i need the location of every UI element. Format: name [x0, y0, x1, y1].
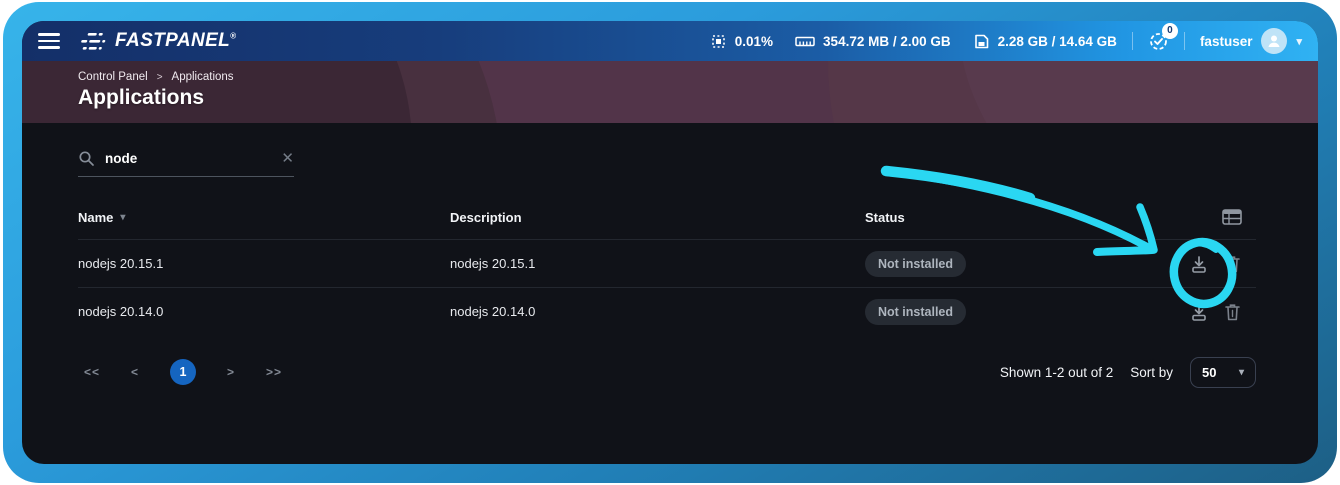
search-input[interactable] — [105, 151, 271, 166]
cpu-value: 0.01% — [735, 34, 773, 49]
download-icon — [1189, 254, 1209, 274]
column-header-status: Status — [865, 210, 1180, 225]
app-panel: FASTPANEL® 0.01% 354.72 MB / 2.00 GB — [22, 21, 1318, 464]
registered-mark: ® — [230, 32, 236, 41]
pagination-first-button[interactable]: << — [84, 365, 100, 379]
delete-button[interactable] — [1223, 254, 1242, 274]
username: fastuser — [1200, 34, 1253, 49]
status-badge: Not installed — [865, 251, 966, 277]
page-size-select[interactable]: 50 ▾ — [1190, 357, 1256, 388]
app-name: nodejs 20.15.1 — [78, 256, 450, 271]
main-content: ✕ Name ▾ Description Status — [22, 150, 1318, 392]
page-title: Applications — [78, 86, 1318, 110]
cpu-stat: 0.01% — [710, 33, 773, 50]
ram-stat: 354.72 MB / 2.00 GB — [795, 34, 951, 49]
app-description: nodejs 20.15.1 — [450, 256, 865, 271]
table-row[interactable]: nodejs 20.14.0 nodejs 20.14.0 Not instal… — [78, 287, 1256, 335]
tasks-button[interactable]: 0 — [1148, 31, 1169, 52]
ram-icon — [795, 34, 815, 49]
topbar-divider — [1132, 32, 1133, 50]
trash-icon — [1223, 254, 1242, 274]
pagination: << < 1 > >> — [84, 359, 282, 385]
ram-value: 354.72 MB / 2.00 GB — [823, 34, 951, 49]
status-badge: Not installed — [865, 299, 966, 325]
chevron-down-icon: ▾ — [1239, 367, 1244, 378]
topbar: FASTPANEL® 0.01% 354.72 MB / 2.00 GB — [22, 21, 1318, 61]
breadcrumb-control-panel[interactable]: Control Panel — [78, 71, 148, 83]
pagination-page-1[interactable]: 1 — [170, 359, 196, 385]
user-menu[interactable]: fastuser ▾ — [1200, 28, 1302, 54]
menu-hamburger-icon[interactable] — [38, 33, 60, 49]
person-icon — [1266, 33, 1282, 49]
disk-value: 2.28 GB / 14.64 GB — [998, 34, 1117, 49]
app-name: nodejs 20.14.0 — [78, 304, 450, 319]
breadcrumb-separator: > — [157, 72, 163, 83]
download-icon — [1189, 302, 1209, 322]
topbar-divider — [1184, 32, 1185, 50]
column-header-name[interactable]: Name ▾ — [78, 210, 450, 225]
user-avatar — [1261, 28, 1287, 54]
breadcrumb-applications[interactable]: Applications — [172, 71, 234, 83]
delete-button[interactable] — [1223, 302, 1242, 322]
table-row[interactable]: nodejs 20.15.1 nodejs 20.15.1 Not instal… — [78, 239, 1256, 287]
pagination-prev-button[interactable]: < — [131, 365, 139, 379]
fastpanel-logo[interactable]: FASTPANEL® — [80, 30, 236, 52]
logo-text: FASTPANEL® — [115, 30, 236, 52]
disk-icon — [973, 33, 990, 50]
search-field: ✕ — [78, 150, 294, 177]
pagination-next-button[interactable]: > — [227, 365, 235, 379]
install-button[interactable] — [1189, 302, 1209, 322]
table-footer: << < 1 > >> Shown 1-2 out of 2 Sort by 5… — [78, 352, 1256, 392]
breadcrumb: Control Panel > Applications — [78, 71, 1318, 83]
trash-icon — [1223, 302, 1242, 322]
clear-search-icon[interactable]: ✕ — [281, 151, 294, 166]
table-columns-settings-button[interactable] — [1222, 209, 1242, 225]
resource-stats: 0.01% 354.72 MB / 2.00 GB 2.28 GB / 14.6… — [688, 33, 1117, 50]
install-button[interactable] — [1189, 254, 1209, 274]
app-description: nodejs 20.14.0 — [450, 304, 865, 319]
fastpanel-logo-icon — [80, 33, 107, 50]
page-size-value: 50 — [1202, 365, 1216, 380]
sort-by-label: Sort by — [1130, 365, 1173, 380]
shown-count-text: Shown 1-2 out of 2 — [1000, 365, 1113, 380]
column-header-description: Description — [450, 210, 865, 225]
table-header-row: Name ▾ Description Status — [78, 195, 1256, 239]
outer-frame: FASTPANEL® 0.01% 354.72 MB / 2.00 GB — [3, 2, 1337, 483]
chevron-down-icon: ▾ — [1296, 35, 1302, 48]
table-grid-icon — [1222, 209, 1242, 225]
search-icon — [78, 150, 95, 167]
tasks-count-badge: 0 — [1162, 23, 1178, 39]
cpu-icon — [710, 33, 727, 50]
pagination-last-button[interactable]: >> — [266, 365, 282, 379]
disk-stat: 2.28 GB / 14.64 GB — [973, 33, 1117, 50]
sort-desc-icon: ▾ — [120, 212, 125, 223]
page-header-band: Control Panel > Applications Application… — [22, 61, 1318, 123]
